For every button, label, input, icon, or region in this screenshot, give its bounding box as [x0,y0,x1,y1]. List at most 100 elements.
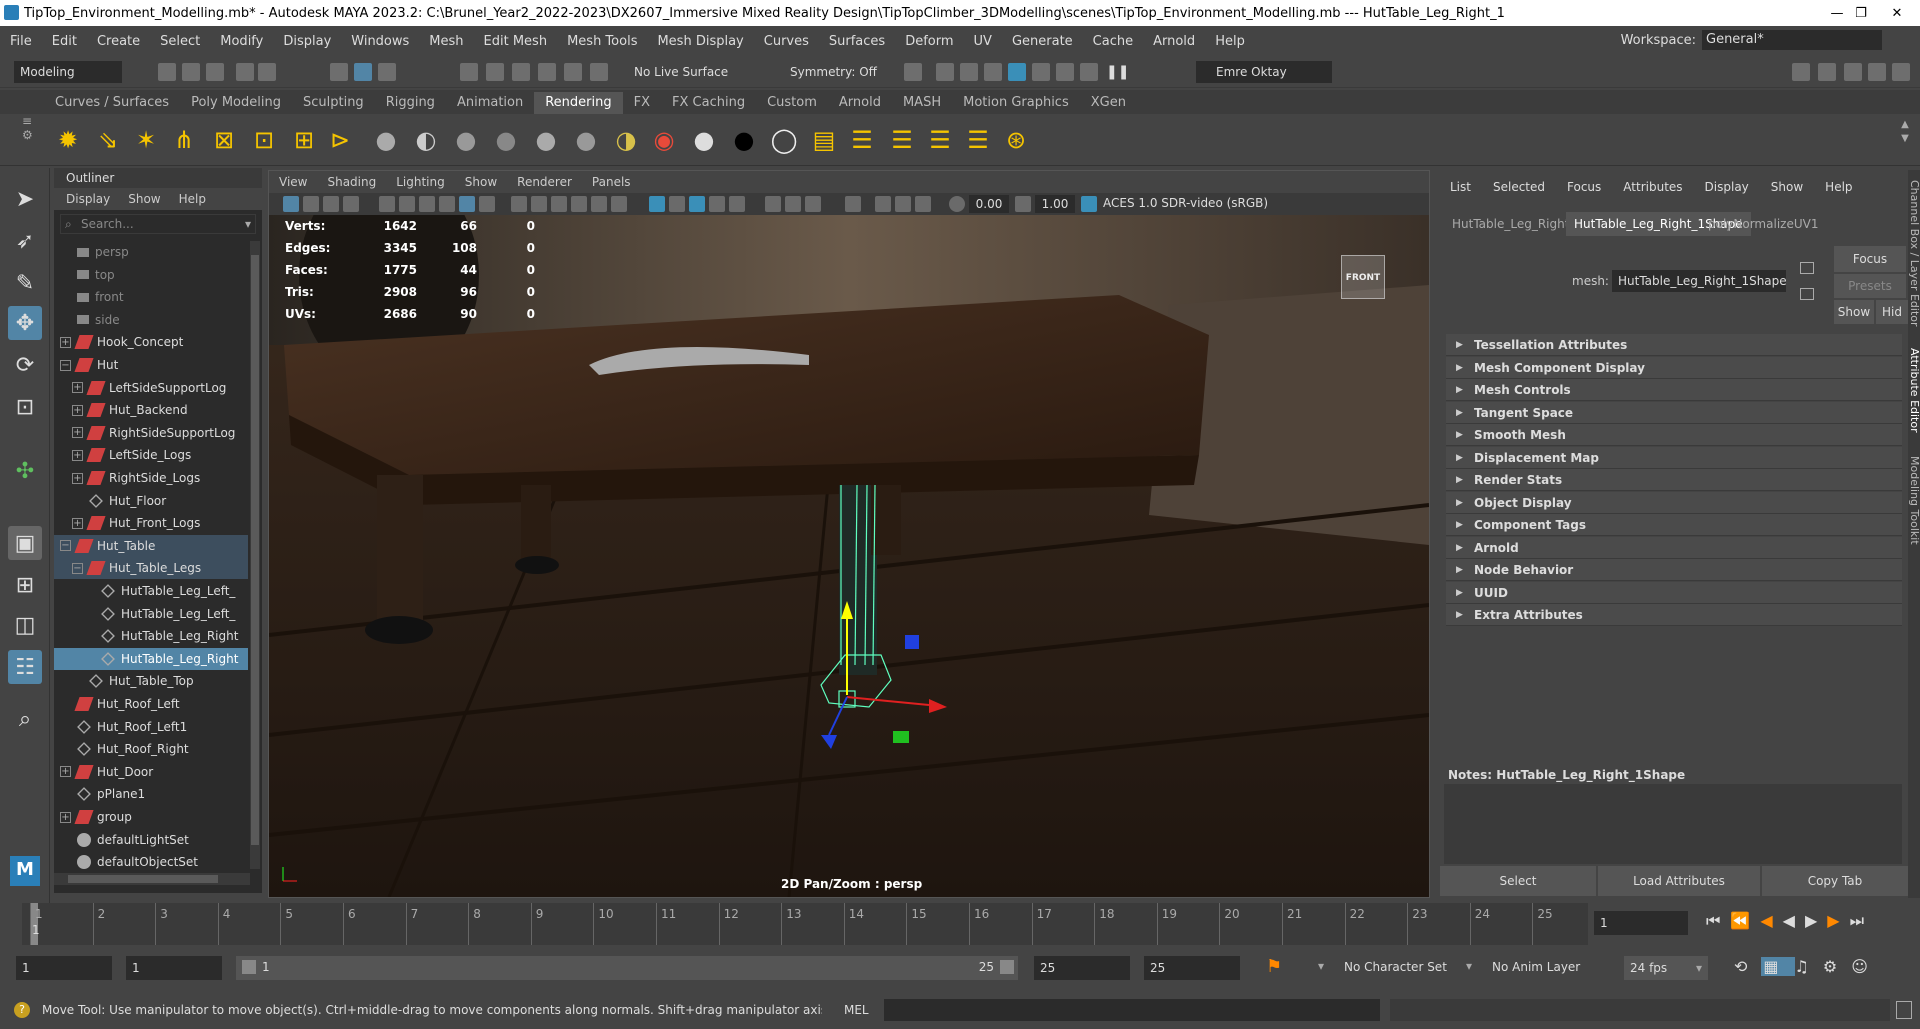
render-pass-icon[interactable]: ☰ [886,124,918,156]
tool-settings-toggle-icon[interactable] [1844,63,1862,81]
modeling-toolkit-side-tab[interactable]: Modeling Toolkit [1908,456,1920,545]
menu-set-dropdown[interactable]: Modeling [14,61,122,83]
animation-end-field[interactable]: 25 [1144,956,1240,980]
shaded-icon[interactable] [649,196,665,212]
shelf-tab-xgen[interactable]: XGen [1080,92,1137,114]
standard-surface-icon[interactable]: ● [570,124,602,156]
attr-menu-focus[interactable]: Focus [1567,170,1601,204]
anisotropic-shader-icon[interactable]: ◑ [610,124,642,156]
section-displacement-map[interactable]: Displacement Map [1446,446,1902,469]
snap-grid-icon[interactable] [460,63,478,81]
snap-vertex-icon[interactable] [590,63,608,81]
expand-toggle-icon[interactable]: − [60,359,71,371]
node-tab-3[interactable]: polyNormalizeUV1 [1700,212,1826,236]
channel-box-toggle-icon[interactable] [1868,63,1886,81]
directional-light-icon[interactable]: ⇘ [92,124,124,156]
live-surface-field[interactable]: No Live Surface [628,61,738,83]
cache-playback-icon[interactable]: ▦ [1761,957,1795,976]
outliner-row[interactable]: HutTable_Leg_Left_ [54,580,248,602]
outliner-row[interactable]: defaultLightSet [54,829,248,851]
expand-toggle-icon[interactable]: + [60,811,71,823]
play-forwards-icon[interactable]: ▶ [1805,911,1827,930]
lambert-shader-icon[interactable]: ◐ [410,124,442,156]
play-backwards-icon[interactable]: ◀ [1783,911,1805,930]
section-smooth-mesh[interactable]: Smooth Mesh [1446,424,1902,446]
go-to-end-icon[interactable]: ⏭ [1850,911,1874,930]
section-arnold[interactable]: Arnold [1446,536,1902,559]
isolate-select-icon[interactable] [845,196,861,212]
last-tool-icon[interactable]: ✣ [8,454,42,488]
outliner-row[interactable]: − Hut_Table_Legs [54,557,248,580]
ramp-shader-icon[interactable]: ◉ [648,124,680,156]
menu-display[interactable]: Display [273,34,341,49]
viewport-menu-shading[interactable]: Shading [327,171,376,193]
outliner-toggle-icon[interactable] [1892,63,1910,81]
render-view-icon[interactable]: ☰ [962,124,994,156]
expand-toggle-icon[interactable]: + [72,382,83,394]
outliner-row[interactable]: Hut_Table_Top [54,670,248,692]
render-settings-icon[interactable] [984,63,1002,81]
current-frame-field[interactable]: 1 [1594,911,1688,935]
safe-action-icon[interactable] [531,196,547,212]
select-tool-icon[interactable]: ➤ [8,182,42,216]
outliner-horizontal-scrollbar[interactable] [54,873,250,885]
step-back-key-icon[interactable]: ⏪ [1730,911,1760,930]
load-attributes-button[interactable]: Load Attributes [1598,866,1760,896]
shelf-tab-fx-caching[interactable]: FX Caching [661,92,756,114]
expand-toggle-icon[interactable]: + [72,449,83,461]
screen-space-ao-icon[interactable] [765,196,781,212]
film-gate-icon[interactable] [439,196,455,212]
spot-light-icon[interactable]: ⋔ [168,124,200,156]
time-ruler[interactable]: 1 1 2 3 4 5 6 7 8 9 10 11 12 13 14 15 16 17 18 19 20 21 22 23 2… [22,903,1588,945]
outliner-tab[interactable]: Outliner [54,168,262,188]
viewport-menu-panels[interactable]: Panels [592,171,631,193]
character-icon[interactable]: ☺ [1851,957,1882,976]
expand-toggle-icon[interactable]: + [60,766,71,778]
image-plane-icon[interactable] [343,196,359,212]
shelf-menu-icon[interactable]: ≡ ⚙ [22,114,33,142]
menu-windows[interactable]: Windows [341,34,419,49]
snap-curve-icon[interactable] [486,63,504,81]
modeling-toolkit-toggle-icon[interactable] [1792,63,1810,81]
outliner-vertical-scrollbar[interactable] [250,241,260,869]
blinn-shader-icon[interactable]: ● [370,124,402,156]
go-to-output-icon[interactable] [1800,288,1814,300]
menu-select[interactable]: Select [150,34,210,49]
undo-icon[interactable] [236,63,254,81]
shelf-tab-sculpting[interactable]: Sculpting [292,92,375,114]
snap-surface-icon[interactable] [564,63,582,81]
go-to-start-icon[interactable]: ⏮ [1706,911,1730,930]
outliner-row[interactable]: + group [54,806,248,828]
outliner-row[interactable]: pPlane1 [54,783,248,805]
exposure-icon[interactable] [949,196,965,212]
expand-toggle-icon[interactable]: − [60,540,71,552]
outliner-row[interactable]: HutTable_Leg_Left_ [54,603,248,625]
attr-menu-list[interactable]: List [1450,170,1471,204]
render-setup-icon[interactable]: ☰ [924,124,956,156]
outliner-row[interactable]: − Hut [54,354,248,376]
lasso-tool-icon[interactable]: ➶ [8,224,42,258]
workspace-selector[interactable]: Workspace: General* [1621,30,1882,50]
point-light-icon[interactable]: ✶ [130,124,162,156]
outliner-row[interactable]: Hut_Roof_Left1 [54,716,248,738]
use-background-icon[interactable]: ◯ [768,124,800,156]
view-cube[interactable]: FRONT [1335,247,1389,305]
range-bar[interactable]: 1 25 [236,956,1018,980]
grease-pencil-icon[interactable] [399,196,415,212]
playback-start-field[interactable]: 1 [126,956,222,980]
menu-help[interactable]: Help [1205,34,1255,49]
chevron-down-icon[interactable]: ▾ [245,215,251,233]
gamma-icon[interactable] [1015,196,1031,212]
outliner-layout-icon[interactable]: ☷ [8,650,42,684]
menu-modify[interactable]: Modify [210,34,273,49]
character-set-chevron-icon[interactable]: ▾ [1318,959,1324,973]
section-tangent-space[interactable]: Tangent Space [1446,401,1902,424]
attr-menu-show[interactable]: Show [1771,170,1803,204]
save-scene-icon[interactable] [206,63,224,81]
step-forward-frame-icon[interactable]: ▶ [1827,911,1849,930]
paint-select-tool-icon[interactable]: ✎ [8,266,42,300]
black-material-icon[interactable]: ● [728,124,760,156]
shelf-tab-motion-graphics[interactable]: Motion Graphics [952,92,1080,114]
safe-title-icon[interactable] [551,196,567,212]
area-light-icon[interactable]: ⊠ [208,124,240,156]
